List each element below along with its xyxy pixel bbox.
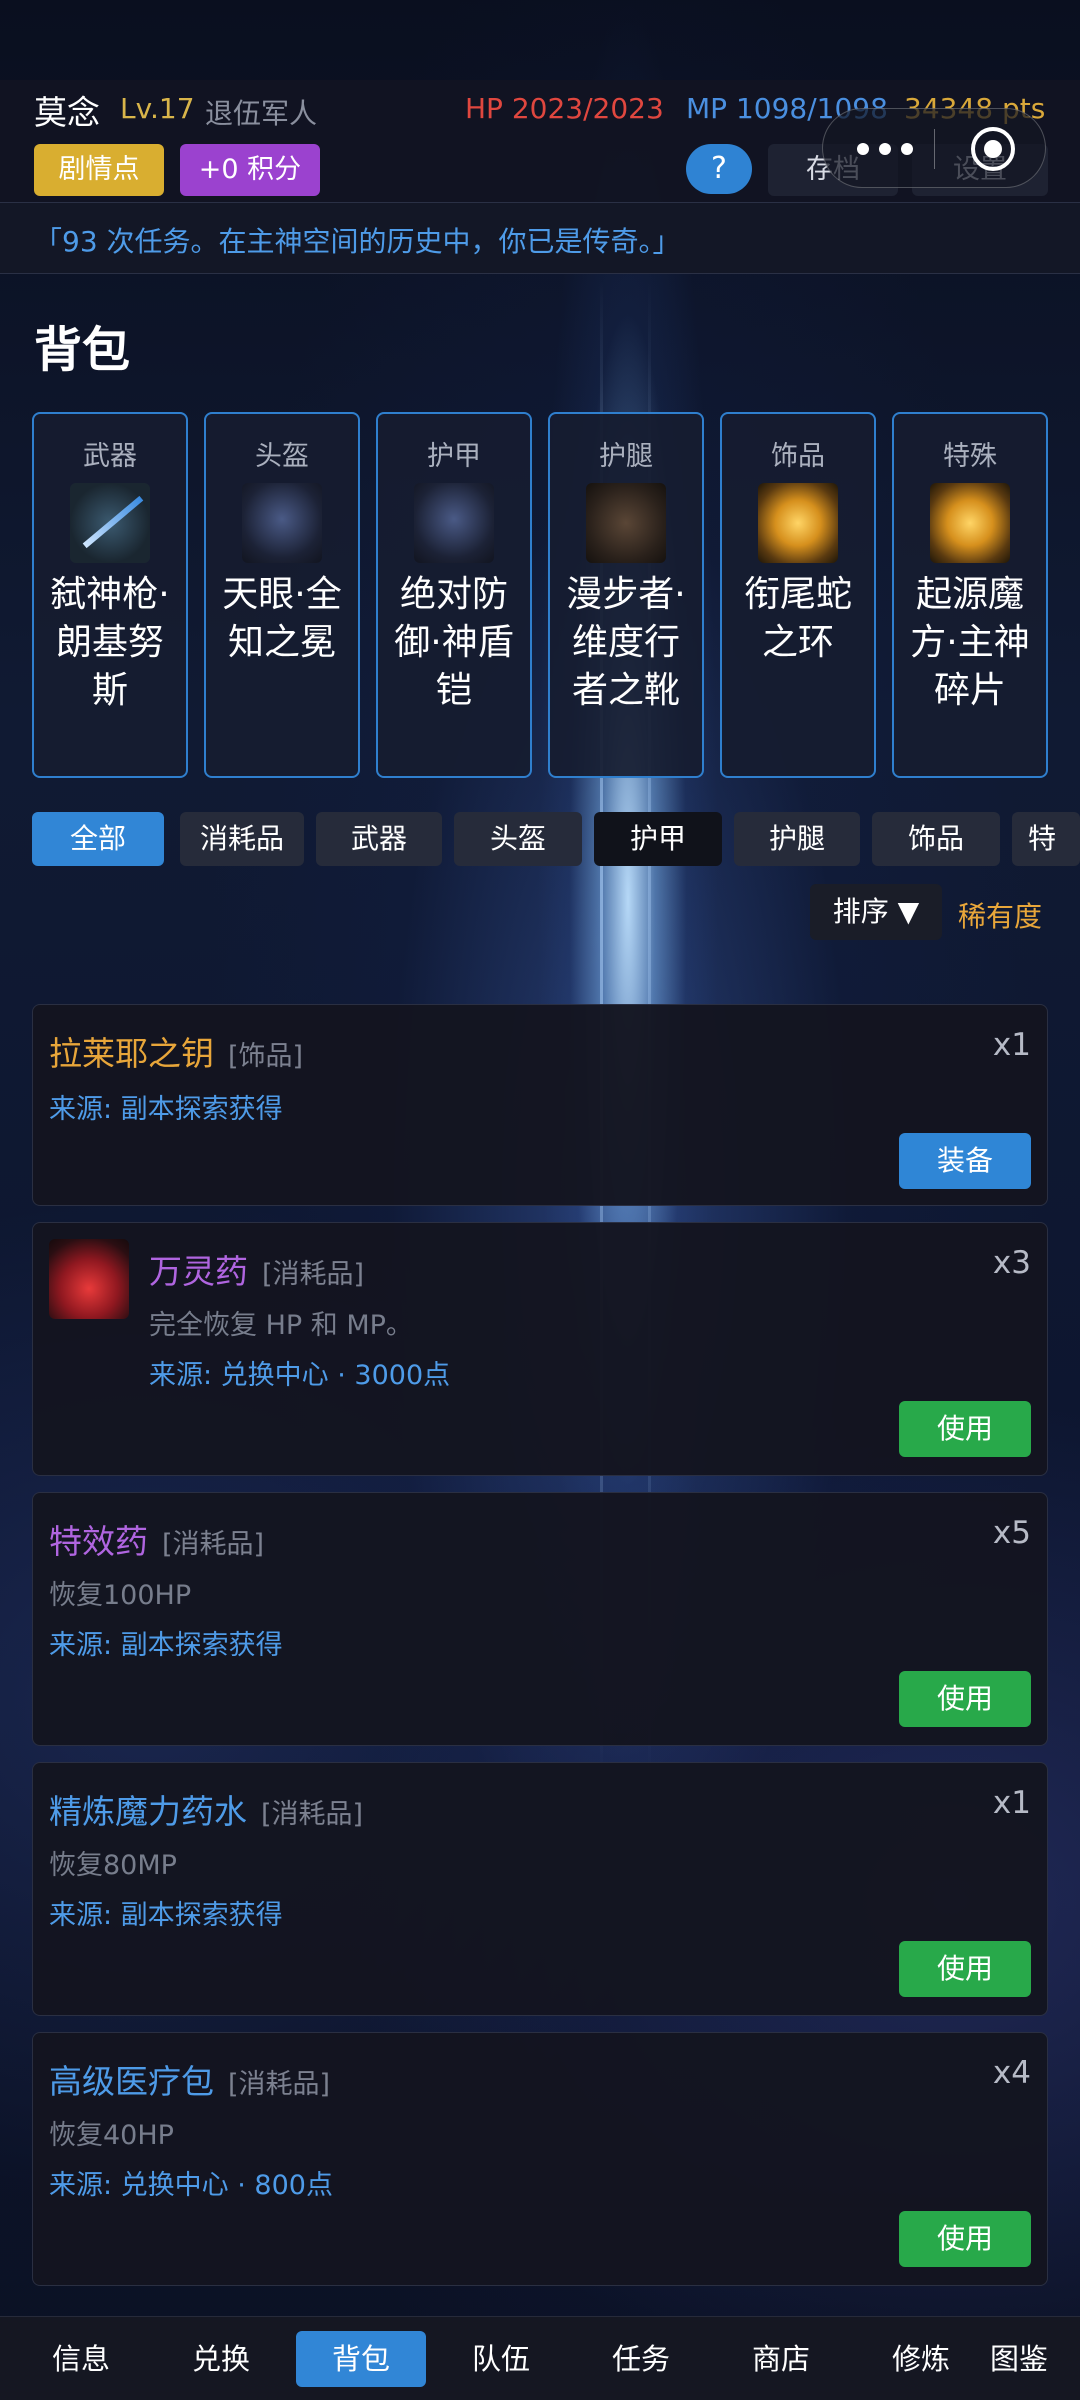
miniprogram-capsule	[822, 108, 1046, 188]
slot-item-name: 天眼·全知之冕	[222, 574, 342, 663]
item-category: [饰品]	[228, 1041, 304, 1072]
item-description: 恢复100HP	[49, 1580, 192, 1611]
item-card: 特效药 [消耗品] x5 恢复100HP 来源: 副本探索获得 使用	[32, 1492, 1048, 1746]
item-source: 来源: 副本探索获得	[49, 1094, 283, 1125]
item-card: 精炼魔力药水 [消耗品] x1 恢复80MP 来源: 副本探索获得 使用	[32, 1762, 1048, 2016]
slot-item-name: 衔尾蛇之环	[743, 574, 852, 663]
item-category: [消耗品]	[262, 1259, 365, 1290]
slot-item-name: 漫步者·维度行者之靴	[566, 574, 686, 711]
tab-legs[interactable]: 护腿	[734, 812, 860, 866]
item-category: [消耗品]	[261, 1799, 364, 1830]
cube-icon	[930, 483, 1010, 563]
slot-label: 护甲	[427, 441, 481, 472]
player-name: 莫念	[34, 93, 100, 132]
item-description: 恢复80MP	[49, 1850, 177, 1881]
use-button[interactable]: 使用	[899, 1671, 1031, 1727]
add-points-button[interactable]: +0 积分	[180, 144, 320, 196]
armor-icon	[414, 483, 494, 563]
help-button[interactable]: ?	[686, 144, 752, 194]
tab-special[interactable]: 特殊	[1012, 812, 1080, 866]
quote-banner: 「93 次任务。在主神空间的历史中，你已是传奇。」	[0, 202, 1080, 274]
item-source: 来源: 副本探索获得	[49, 1630, 283, 1661]
tab-consumables[interactable]: 消耗品	[180, 812, 304, 866]
item-card: 拉莱耶之钥 [饰品] x1 来源: 副本探索获得 装备	[32, 1004, 1048, 1206]
use-button[interactable]: 使用	[899, 2211, 1031, 2267]
nav-codex[interactable]: 图鉴	[980, 2331, 1080, 2387]
spear-icon	[70, 483, 150, 563]
story-points-button[interactable]: 剧情点	[34, 144, 164, 196]
equip-slot-armor[interactable]: 护甲 绝对防御·神盾铠	[376, 412, 532, 778]
nav-backpack[interactable]: 背包	[296, 2331, 426, 2387]
capsule-divider	[934, 129, 935, 169]
tab-all[interactable]: 全部	[32, 812, 164, 866]
page-title: 背包	[34, 322, 131, 378]
item-name: 拉莱耶之钥 [饰品]	[49, 1034, 304, 1073]
nav-shop[interactable]: 商店	[716, 2331, 846, 2387]
item-name: 精炼魔力药水 [消耗品]	[49, 1792, 364, 1831]
item-quantity: x1	[992, 1785, 1031, 1821]
slot-label: 头盔	[255, 441, 309, 472]
slot-item-name: 绝对防御·神盾铠	[394, 574, 514, 711]
equip-button[interactable]: 装备	[899, 1133, 1031, 1189]
item-category: [消耗品]	[162, 1529, 265, 1560]
nav-team[interactable]: 队伍	[436, 2331, 566, 2387]
item-source: 来源: 副本探索获得	[49, 1900, 283, 1931]
use-button[interactable]: 使用	[899, 1941, 1031, 1997]
item-card: 万灵药 [消耗品] x3 完全恢复 HP 和 MP。 来源: 兑换中心 · 300…	[32, 1222, 1048, 1476]
slot-label: 护腿	[599, 441, 653, 472]
item-name: 高级医疗包 [消耗品]	[49, 2062, 331, 2101]
equip-slot-weapon[interactable]: 武器 弑神枪·朗基努斯	[32, 412, 188, 778]
hp-stat: HP 2023/2023	[465, 92, 664, 125]
slot-label: 武器	[83, 441, 137, 472]
more-icon[interactable]	[857, 143, 913, 155]
item-quantity: x5	[992, 1515, 1031, 1551]
item-quantity: x4	[992, 2055, 1031, 2091]
nav-exchange[interactable]: 兑换	[156, 2331, 286, 2387]
slot-label: 特殊	[943, 441, 997, 472]
item-source: 来源: 兑换中心 · 3000点	[149, 1360, 451, 1391]
potion-icon	[49, 1239, 129, 1319]
slot-label: 饰品	[771, 441, 825, 472]
player-class: 退伍军人	[205, 97, 318, 130]
status-bar: 莫念 Lv.17 退伍军人 HP 2023/2023 MP 1098/1098 …	[0, 80, 1080, 202]
item-quantity: x3	[992, 1245, 1031, 1281]
ring-icon	[758, 483, 838, 563]
close-miniprogram-icon[interactable]	[971, 127, 1015, 171]
bottom-nav: 信息 兑换 背包 队伍 任务 商店 修炼 图鉴	[0, 2316, 1080, 2400]
boots-icon	[586, 483, 666, 563]
item-quantity: x1	[992, 1027, 1031, 1063]
nav-missions[interactable]: 任务	[576, 2331, 706, 2387]
helmet-icon	[242, 483, 322, 563]
item-card: 高级医疗包 [消耗品] x4 恢复40HP 来源: 兑换中心 · 800点 使用	[32, 2032, 1048, 2286]
equip-slot-legs[interactable]: 护腿 漫步者·维度行者之靴	[548, 412, 704, 778]
item-description: 恢复40HP	[49, 2120, 174, 2151]
equip-slot-accessory[interactable]: 饰品 衔尾蛇之环	[720, 412, 876, 778]
equip-slot-helmet[interactable]: 头盔 天眼·全知之冕	[204, 412, 360, 778]
item-description: 完全恢复 HP 和 MP。	[149, 1310, 413, 1341]
item-source: 来源: 兑换中心 · 800点	[49, 2170, 333, 2201]
item-name: 特效药 [消耗品]	[49, 1522, 265, 1561]
slot-item-name: 弑神枪·朗基努斯	[50, 574, 170, 711]
nav-info[interactable]: 信息	[16, 2331, 146, 2387]
tab-accessories[interactable]: 饰品	[872, 812, 1000, 866]
quote-text: 「93 次任务。在主神空间的历史中，你已是传奇。」	[34, 225, 681, 258]
item-category: [消耗品]	[228, 2069, 331, 2100]
use-button[interactable]: 使用	[899, 1401, 1031, 1457]
nav-training[interactable]: 修炼	[856, 2331, 986, 2387]
equip-slot-special[interactable]: 特殊 起源魔方·主神碎片	[892, 412, 1048, 778]
slot-item-name: 起源魔方·主神碎片	[910, 574, 1030, 711]
sort-button[interactable]: 排序 ▼	[810, 884, 942, 940]
player-level: Lv.17	[120, 92, 195, 125]
tab-helmets[interactable]: 头盔	[454, 812, 582, 866]
tab-armor[interactable]: 护甲	[594, 812, 722, 866]
tab-weapons[interactable]: 武器	[316, 812, 442, 866]
item-name: 万灵药 [消耗品]	[149, 1252, 365, 1291]
sort-value[interactable]: 稀有度	[958, 895, 1042, 935]
